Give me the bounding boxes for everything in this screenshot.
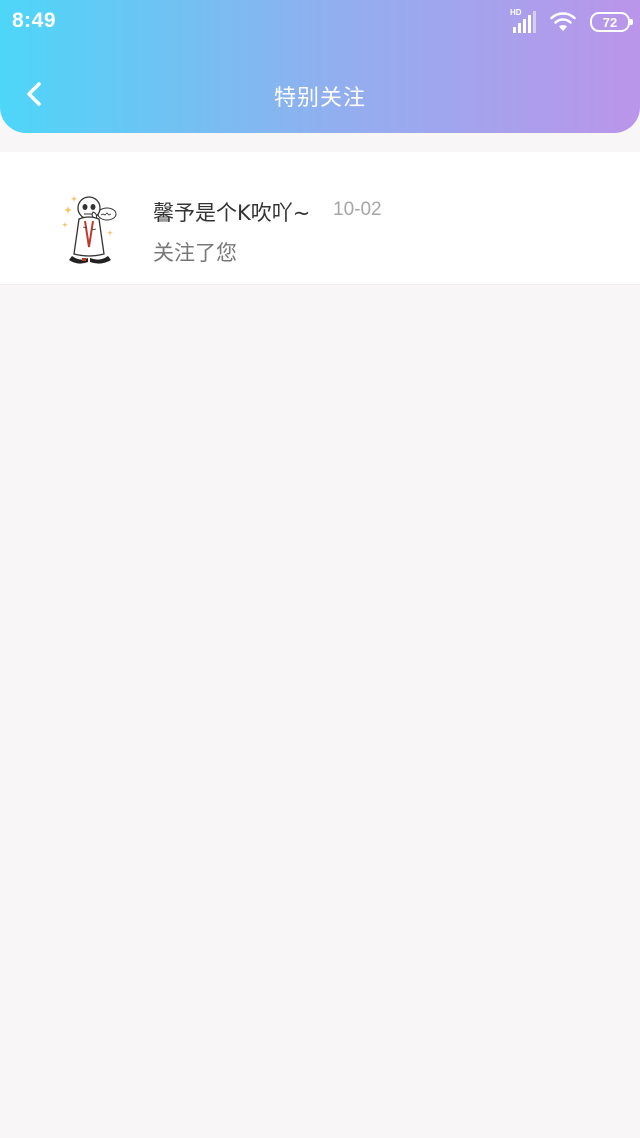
page-title: 特别关注 bbox=[273, 86, 366, 111]
status-bar: 8:49 HD 72 bbox=[0, 0, 640, 44]
avatar[interactable] bbox=[60, 192, 120, 266]
header-bar: 8:49 HD 72 特别关注 bbox=[0, 0, 640, 133]
item-date: 10-02 bbox=[333, 199, 382, 220]
list-item[interactable]: 馨予是个K吹吖~ 10-02 关注了您 bbox=[0, 152, 640, 285]
notification-list: 馨予是个K吹吖~ 10-02 关注了您 bbox=[0, 152, 640, 285]
battery-icon: 72 bbox=[590, 12, 633, 32]
wifi-icon bbox=[550, 11, 576, 33]
item-message: 关注了您 bbox=[153, 241, 237, 265]
network-label: HD bbox=[510, 8, 522, 17]
status-icons: HD 72 bbox=[510, 8, 633, 35]
status-time: 8:49 bbox=[12, 9, 57, 32]
battery-level: 72 bbox=[602, 14, 618, 30]
item-username[interactable]: 馨予是个K吹吖~ bbox=[153, 197, 310, 227]
signal-icon: HD bbox=[510, 8, 536, 34]
